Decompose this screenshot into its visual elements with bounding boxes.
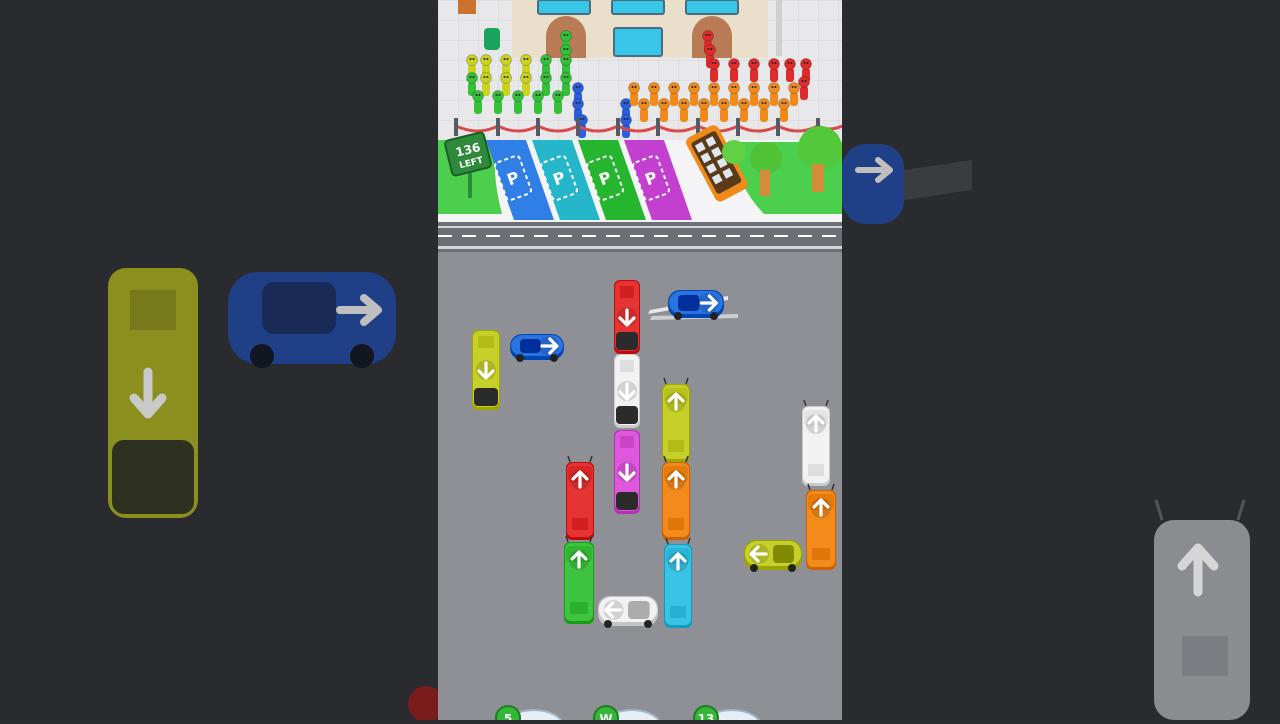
bus-8[interactable] [802,399,830,486]
passenger [778,98,790,122]
passenger [748,82,760,106]
game-canvas[interactable]: PPPP 136 LEFT 5 W 13 [438,0,842,720]
passenger [628,82,640,106]
booster-count: 5 [504,712,512,720]
trash-bin [484,28,500,50]
game-screen[interactable]: PPPP 136 LEFT 5 W 13 [438,0,842,720]
passenger [658,98,670,122]
blurred-zoom-left [108,268,444,722]
passenger [698,98,710,122]
passenger [768,82,780,106]
bus-9[interactable] [566,455,594,540]
passenger [492,90,504,114]
bus-10[interactable] [662,455,690,540]
terminal-building [512,0,782,58]
passenger [552,90,564,114]
booster-count: W [599,712,612,720]
blurred-zoom-right [842,144,1250,720]
passenger [668,82,680,106]
passenger [738,98,750,122]
booster-count: 13 [698,712,715,720]
passenger [728,82,740,106]
bus-1[interactable] [472,330,500,410]
car-12[interactable] [744,540,802,572]
blurred-yellow-bus [108,268,198,518]
passenger [678,98,690,122]
bus-15[interactable] [664,537,692,628]
car-4[interactable] [668,290,724,320]
passenger [748,58,760,82]
passenger [638,98,650,122]
passenger [688,82,700,106]
passenger [648,82,660,106]
car-14[interactable] [598,596,658,628]
passenger [708,58,720,82]
blurred-blue-car [842,144,972,224]
passenger [708,82,720,106]
passenger [512,90,524,114]
passenger [788,82,800,106]
left-blurred-background [0,0,444,722]
blurred-white-bus [1154,499,1250,720]
passenger [728,58,740,82]
bus-3[interactable] [614,280,640,354]
bus-6[interactable] [614,430,640,514]
car-2[interactable] [510,334,564,362]
passenger [718,98,730,122]
bus-7[interactable] [662,377,690,462]
passenger [758,98,770,122]
bus-11[interactable] [806,483,836,570]
passenger [768,58,780,82]
bus-5[interactable] [614,354,640,428]
planter-pot [458,0,476,14]
bus-13[interactable] [564,535,594,624]
passenger [784,58,796,82]
passenger [798,76,810,100]
right-blurred-background [842,0,1280,720]
passenger [532,90,544,114]
blurred-blue-car [228,272,396,368]
passenger [472,90,484,114]
